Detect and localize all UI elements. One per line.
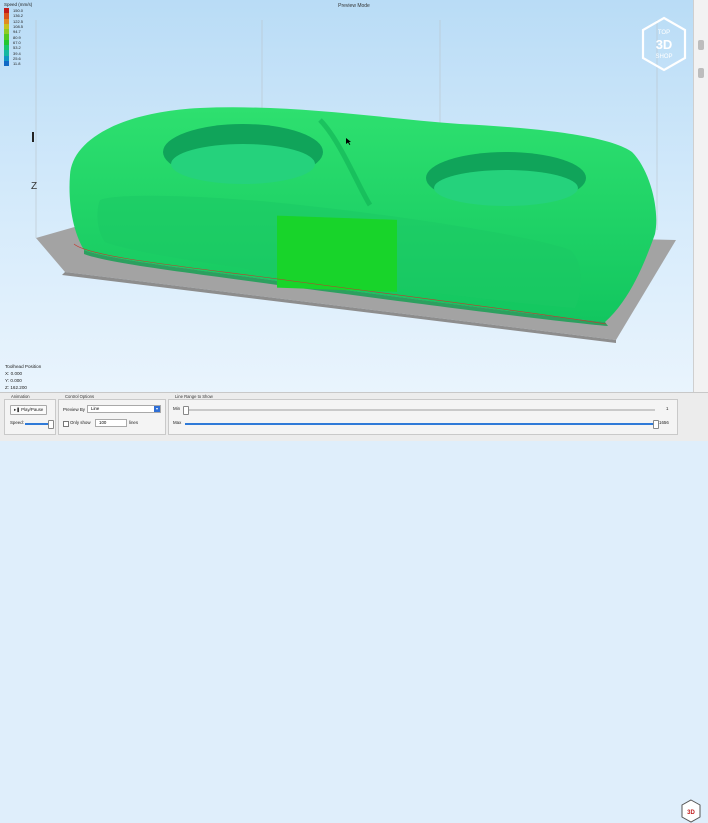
- max-slider-track[interactable]: [185, 423, 655, 425]
- z-axis-label: Z: [31, 181, 38, 192]
- scroll-thumb-2[interactable]: [698, 68, 704, 78]
- only-show-checkbox[interactable]: [63, 421, 69, 427]
- top3dshop-logo: TOP 3D SHOP: [641, 16, 687, 72]
- lines-label: lines: [129, 420, 139, 425]
- animation-label: Animation: [9, 394, 32, 399]
- chevron-down-icon: ▾: [154, 406, 160, 412]
- toolhead-x: X: 0.000: [5, 371, 23, 376]
- legend-value: 108.5: [13, 24, 24, 30]
- legend-value: 94.7: [13, 29, 21, 35]
- only-show-lines-input[interactable]: 100: [95, 419, 127, 427]
- max-value: 1656: [659, 420, 669, 425]
- max-label: Max: [173, 420, 182, 425]
- min-value: 1: [666, 406, 669, 411]
- legend-value: 25.6: [13, 55, 21, 61]
- toolhead-title: Toolhead Position: [5, 364, 42, 369]
- min-label: Min: [173, 406, 181, 411]
- legend-value: 67.0: [13, 39, 21, 45]
- preview-by-select[interactable]: Line ▾: [87, 405, 161, 413]
- play-pause-label: Play/Pause: [21, 407, 44, 412]
- legend-swatch: [4, 60, 9, 67]
- logo-line3: SHOP: [655, 54, 672, 60]
- left-cup-bottom: [171, 144, 315, 184]
- animation-group: Animation ▸❚ Play/Pause Speed:: [4, 394, 56, 435]
- legend-entry: 11.8: [4, 60, 32, 67]
- corner-logo-icon: 3D: [681, 799, 701, 823]
- corner-logo-text: 3D: [687, 810, 695, 816]
- logo-line2: 3D: [656, 37, 673, 52]
- logo-line1: TOP: [658, 30, 670, 36]
- print-preview-scene[interactable]: [0, 0, 708, 392]
- preview-mode-title: Preview Mode: [338, 3, 370, 9]
- axis-marker: [32, 132, 34, 142]
- control-options-group: Control Options Preview By Line ▾ Only s…: [58, 394, 166, 435]
- only-show-label: Only show: [70, 420, 91, 425]
- only-show-lines-value: 100: [99, 420, 107, 425]
- speed-label: Speed:: [10, 420, 24, 425]
- preview-by-label: Preview By: [63, 407, 85, 412]
- control-options-label: Control Options: [63, 394, 97, 399]
- min-slider-handle[interactable]: [183, 406, 189, 415]
- line-range-group: Line Range to Show Min 1 Max 1656: [168, 394, 678, 435]
- legend-value: 136.2: [13, 13, 24, 19]
- highlighted-segment: [277, 215, 397, 292]
- bottom-control-panel: Animation ▸❚ Play/Pause Speed: Control O…: [0, 392, 708, 823]
- legend-value: 80.9: [13, 34, 21, 40]
- right-cup-bottom: [434, 170, 578, 206]
- viewport-scrollbar[interactable]: [693, 0, 708, 392]
- min-slider-track[interactable]: [185, 409, 655, 411]
- line-range-label: Line Range to Show: [173, 394, 215, 399]
- speed-legend: Speed (mm/s) 150.0 136.2 122.5 108.5 94.7 80.…: [4, 2, 33, 67]
- legend-value: 53.2: [13, 45, 21, 51]
- legend-value: 150.0: [13, 8, 24, 14]
- toolhead-y: Y: 0.000: [5, 378, 22, 383]
- scroll-thumb-1[interactable]: [698, 40, 704, 50]
- play-pause-button[interactable]: ▸❚ Play/Pause: [10, 405, 48, 415]
- preview-by-value: Line: [91, 406, 100, 411]
- toolhead-position: Toolhead Position X: 0.000 Y: 0.000 Z: 1…: [5, 363, 41, 391]
- legend-value: 122.5: [13, 18, 24, 24]
- legend-value: 39.4: [13, 50, 21, 56]
- legend-value: 11.8: [13, 61, 21, 67]
- legend-header: Speed (mm/s): [4, 2, 33, 7]
- play-pause-icon: ▸❚: [14, 407, 20, 412]
- speed-slider-handle[interactable]: [48, 420, 54, 429]
- toolhead-z: Z: 162.200: [5, 385, 27, 390]
- legend-rows: 150.0 136.2 122.5 108.5 94.7 80.9 67.0 53.2 39.4…: [4, 8, 32, 67]
- preview-viewport[interactable]: Preview Mode Speed (mm/s) 150.0 136.2 122.…: [0, 0, 708, 392]
